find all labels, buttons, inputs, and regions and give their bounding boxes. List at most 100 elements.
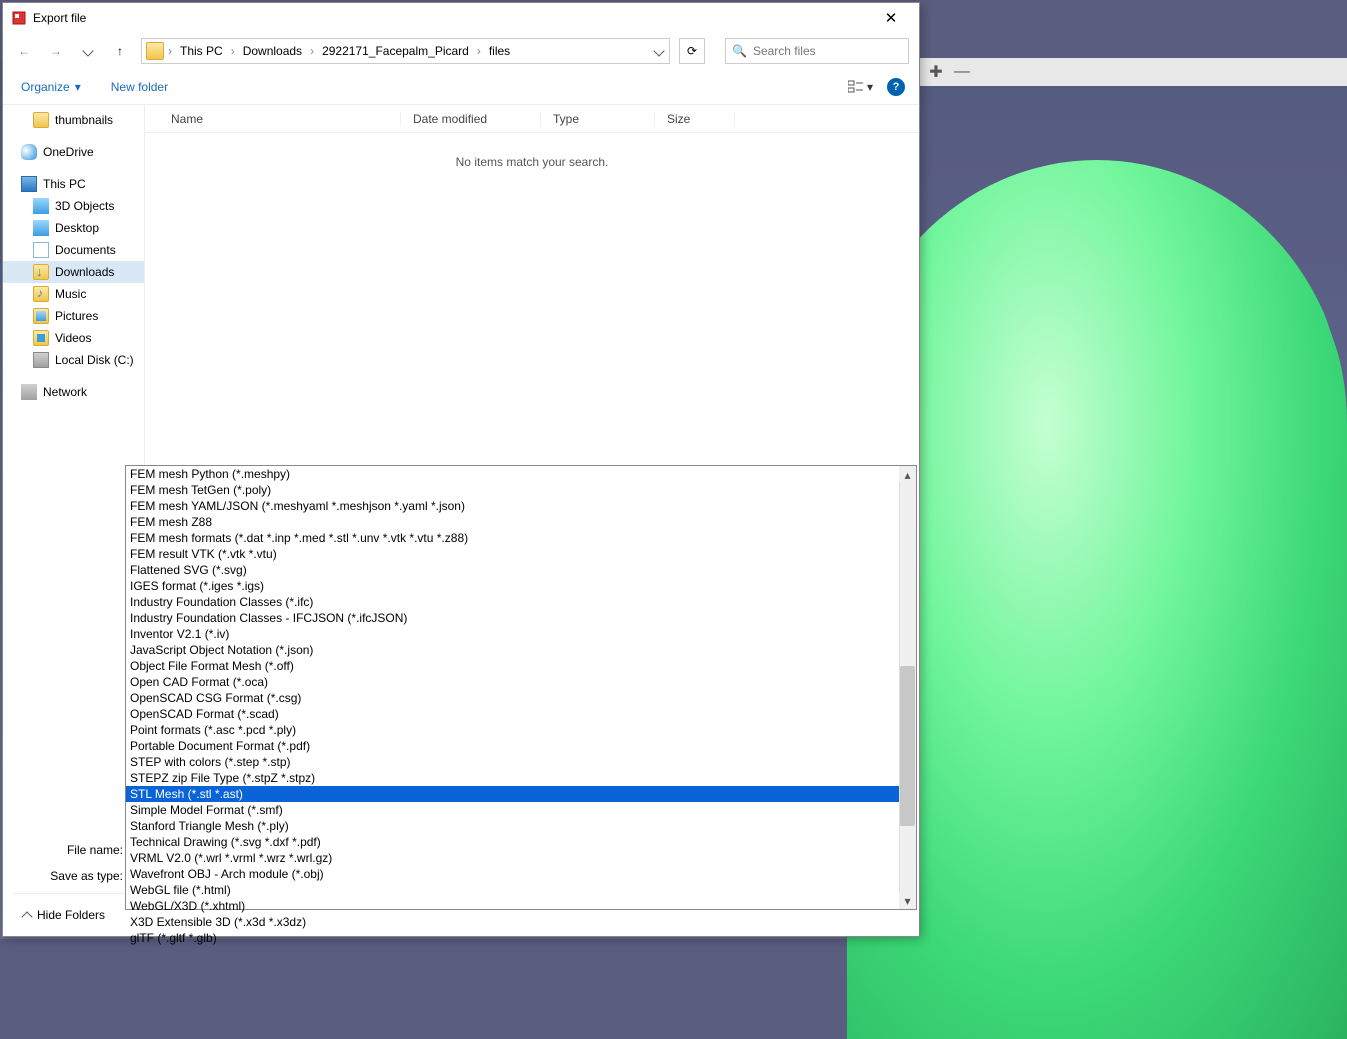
up-button[interactable]: ↑ [109, 40, 131, 62]
scroll-thumb[interactable] [900, 666, 915, 826]
filetype-option[interactable]: JavaScript Object Notation (*.json) [126, 642, 916, 658]
column-headers[interactable]: Name Date modified Type Size [145, 105, 919, 133]
tree-item-documents[interactable]: Documents [3, 239, 144, 261]
folder-icon [33, 286, 49, 302]
empty-message: No items match your search. [145, 133, 919, 169]
filetype-option[interactable]: Technical Drawing (*.svg *.dxf *.pdf) [126, 834, 916, 850]
filetype-option[interactable]: VRML V2.0 (*.wrl *.vrml *.wrz *.wrl.gz) [126, 850, 916, 866]
filetype-option[interactable]: FEM result VTK (*.vtk *.vtu) [126, 546, 916, 562]
close-button[interactable]: ✕ [871, 3, 911, 33]
tree-item-pictures[interactable]: Pictures [3, 305, 144, 327]
filetype-option[interactable]: Industry Foundation Classes (*.ifc) [126, 594, 916, 610]
tree-item-label: Desktop [55, 221, 99, 235]
filename-label: File name: [13, 843, 129, 857]
nav-tree[interactable]: thumbnails OneDrive This PC 3D Objects Deskt… [3, 105, 145, 831]
filetype-option[interactable]: glTF (*.gltf *.glb) [126, 930, 916, 946]
address-bar[interactable]: › This PC› Downloads› 2922171_Facepalm_P… [141, 38, 670, 64]
filetype-option[interactable]: FEM mesh TetGen (*.poly) [126, 482, 916, 498]
filetype-option[interactable]: STEPZ zip File Type (*.stpZ *.stpz) [126, 770, 916, 786]
tree-item-network[interactable]: Network [3, 381, 144, 403]
folder-icon [146, 42, 164, 60]
scroll-down[interactable]: ▾ [899, 892, 916, 909]
nav-row: ← → ↑ › This PC› Downloads› 2922171_Face… [3, 33, 919, 69]
filetype-option[interactable]: Simple Model Format (*.smf) [126, 802, 916, 818]
tree-item-local-disk-c-[interactable]: Local Disk (C:) [3, 349, 144, 371]
chevron-down-icon: ▾ [867, 80, 873, 94]
forward-button[interactable]: → [45, 40, 67, 62]
tree-item-label: This PC [43, 177, 86, 191]
filetype-option[interactable]: FEM mesh Python (*.meshpy) [126, 466, 916, 482]
filetype-option[interactable]: FEM mesh Z88 [126, 514, 916, 530]
tree-item-label: Music [55, 287, 86, 301]
disk-icon [33, 352, 49, 368]
filetype-option[interactable]: Portable Document Format (*.pdf) [126, 738, 916, 754]
filetype-option[interactable]: Open CAD Format (*.oca) [126, 674, 916, 690]
crumb[interactable]: 2922171_Facepalm_Picard [318, 44, 473, 58]
crumb[interactable]: Downloads [239, 44, 306, 58]
tree-item-label: OneDrive [43, 145, 94, 159]
filetype-option[interactable]: IGES format (*.iges *.igs) [126, 578, 916, 594]
chevron-up-icon [21, 911, 32, 922]
chevron-down-icon: ▾ [75, 80, 81, 94]
filetype-option[interactable]: WebGL file (*.html) [126, 882, 916, 898]
filetype-option[interactable]: X3D Extensible 3D (*.x3d *.x3dz) [126, 914, 916, 930]
tree-item-music[interactable]: Music [3, 283, 144, 305]
plus-icon[interactable]: ✚ [926, 62, 946, 82]
tree-item-label: Network [43, 385, 87, 399]
tree-item-label: Pictures [55, 309, 98, 323]
tree-item-downloads[interactable]: Downloads [3, 261, 144, 283]
filetype-option[interactable]: FEM mesh YAML/JSON (*.meshyaml *.meshjso… [126, 498, 916, 514]
refresh-button[interactable]: ⟳ [679, 38, 705, 64]
address-dropdown[interactable] [649, 44, 669, 58]
filetype-option[interactable]: FEM mesh formats (*.dat *.inp *.med *.st… [126, 530, 916, 546]
filetype-option[interactable]: OpenSCAD Format (*.scad) [126, 706, 916, 722]
filetype-option[interactable]: Inventor V2.1 (*.iv) [126, 626, 916, 642]
filetype-option[interactable]: Wavefront OBJ - Arch module (*.obj) [126, 866, 916, 882]
tree-item-thumbnails[interactable]: thumbnails [3, 109, 144, 131]
search-icon: 🔍 [732, 44, 747, 58]
filetype-option[interactable]: OpenSCAD CSG Format (*.csg) [126, 690, 916, 706]
crumb[interactable]: This PC [176, 44, 227, 58]
col-date[interactable]: Date modified [401, 112, 541, 126]
filetype-option[interactable]: STL Mesh (*.stl *.ast) [126, 786, 916, 802]
tree-item-label: Downloads [55, 265, 114, 279]
filetype-option[interactable]: STEP with colors (*.step *.stp) [126, 754, 916, 770]
docs-icon [33, 242, 49, 258]
tree-item-3d-objects[interactable]: 3D Objects [3, 195, 144, 217]
scrollbar[interactable]: ▴ ▾ [899, 466, 916, 909]
view-icon [848, 80, 864, 94]
scroll-up[interactable]: ▴ [899, 466, 916, 483]
tree-item-onedrive[interactable]: OneDrive [3, 141, 144, 163]
titlebar: Export file ✕ [3, 3, 919, 33]
tree-item-this-pc[interactable]: This PC [3, 173, 144, 195]
filetype-dropdown[interactable]: FEM mesh Python (*.meshpy)FEM mesh TetGe… [125, 465, 917, 910]
app-icon [11, 10, 27, 26]
recent-dropdown[interactable] [77, 40, 99, 62]
onedrive-icon [21, 144, 37, 160]
filetype-option[interactable]: WebGL/X3D (*.xhtml) [126, 898, 916, 914]
filetype-option[interactable]: Industry Foundation Classes - IFCJSON (*… [126, 610, 916, 626]
filetype-option[interactable]: Stanford Triangle Mesh (*.ply) [126, 818, 916, 834]
search-input[interactable]: 🔍 Search files [725, 38, 909, 64]
tree-item-videos[interactable]: Videos [3, 327, 144, 349]
search-placeholder: Search files [753, 44, 816, 58]
view-options[interactable]: ▾ [844, 78, 877, 96]
filetype-option[interactable]: Flattened SVG (*.svg) [126, 562, 916, 578]
col-type[interactable]: Type [541, 112, 655, 126]
tree-item-desktop[interactable]: Desktop [3, 217, 144, 239]
tree-item-label: thumbnails [55, 113, 113, 127]
desktop-icon [33, 220, 49, 236]
minus-icon[interactable]: — [952, 62, 972, 82]
organize-menu[interactable]: Organize ▾ [21, 80, 81, 94]
filetype-option[interactable]: Object File Format Mesh (*.off) [126, 658, 916, 674]
new-folder-button[interactable]: New folder [111, 80, 168, 94]
back-button[interactable]: ← [13, 40, 35, 62]
dialog-title: Export file [33, 11, 871, 25]
model-preview [847, 160, 1347, 1039]
filetype-option[interactable]: Point formats (*.asc *.pcd *.ply) [126, 722, 916, 738]
tree-item-label: 3D Objects [55, 199, 114, 213]
folder-icon [33, 330, 49, 346]
crumb[interactable]: files [485, 44, 514, 58]
help-button[interactable]: ? [887, 78, 905, 96]
col-size[interactable]: Size [655, 112, 735, 126]
